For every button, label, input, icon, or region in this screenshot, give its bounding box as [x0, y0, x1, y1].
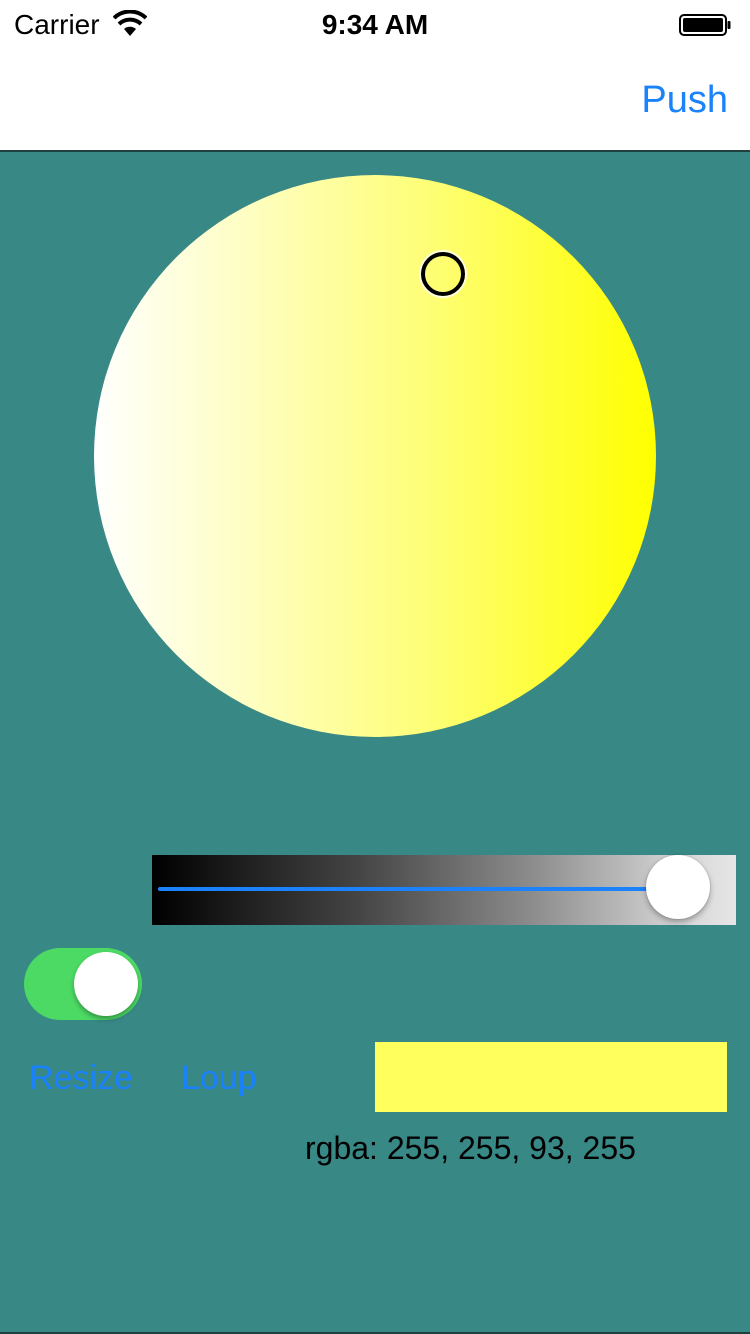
- slider-track: [158, 887, 678, 891]
- toggle-knob: [74, 952, 138, 1016]
- status-time: 9:34 AM: [321, 9, 429, 40]
- toggle-switch[interactable]: [24, 948, 142, 1020]
- loup-button[interactable]: Loup: [181, 1058, 257, 1098]
- push-button[interactable]: Push: [641, 78, 728, 122]
- resize-button[interactable]: Resize: [29, 1058, 133, 1098]
- color-wheel-cursor[interactable]: [421, 252, 465, 296]
- color-wheel[interactable]: [94, 175, 656, 737]
- status-bar: Carrier 9:34 AM: [0, 0, 750, 52]
- slider-thumb[interactable]: [646, 855, 710, 919]
- battery-icon: [679, 14, 731, 36]
- rgba-value-label: rgba: 255, 255, 93, 255: [305, 1130, 636, 1166]
- color-swatch: [375, 1042, 727, 1112]
- brightness-slider[interactable]: [152, 855, 736, 925]
- navigation-bar: Push: [0, 52, 750, 152]
